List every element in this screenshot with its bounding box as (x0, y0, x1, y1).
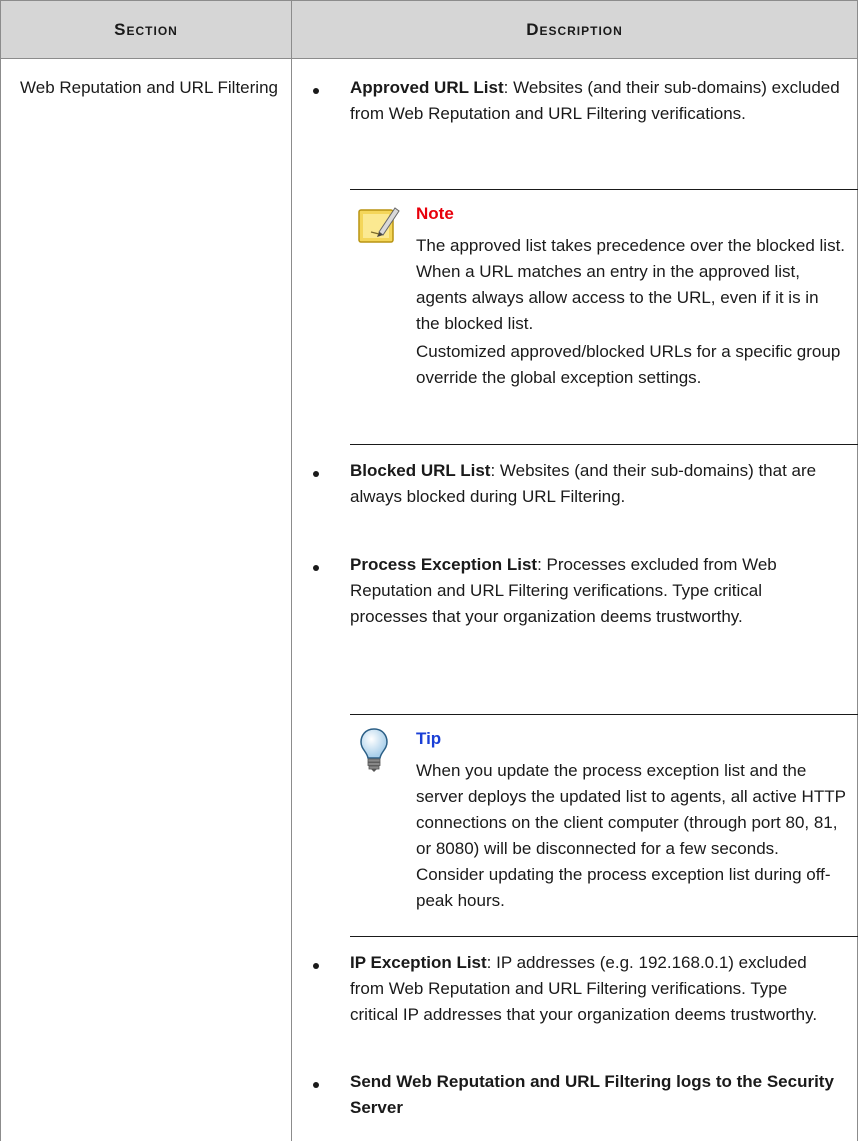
bullet-icon (313, 963, 319, 969)
list-item-blocked-url: Blocked URL List: Websites (and their su… (350, 458, 840, 510)
note-paragraph: The approved list takes precedence over … (416, 236, 846, 333)
tip-title: Tip (416, 729, 442, 748)
bullet-icon (313, 88, 319, 94)
bullet-icon (313, 1082, 319, 1088)
note-bottom-rule (350, 444, 858, 445)
item-term: Process Exception List (350, 555, 538, 574)
lightbulb-icon (359, 727, 389, 773)
list-item-send-logs: Send Web Reputation and URL Filtering lo… (350, 1069, 840, 1121)
column-divider (291, 0, 292, 1141)
bullet-icon (313, 565, 319, 571)
list-item-ip-exception: IP Exception List: IP addresses (e.g. 19… (350, 950, 840, 1028)
description-column-header: Description (526, 20, 623, 39)
note-title: Note (416, 204, 454, 223)
item-term: Approved URL List (350, 78, 504, 97)
note-paragraph: Customized approved/blocked URLs for a s… (416, 342, 841, 387)
section-name-cell: Web Reputation and URL Filtering (20, 78, 278, 97)
bullet-icon (313, 471, 319, 477)
item-term: Blocked URL List (350, 461, 491, 480)
tip-paragraph: When you update the process exception li… (416, 761, 846, 910)
section-column-header: Section (114, 20, 178, 39)
tip-bottom-rule (350, 936, 858, 937)
list-item-approved-url: Approved URL List: Websites (and their s… (350, 75, 840, 127)
notepad-pencil-icon (357, 204, 401, 244)
table-header-row: Section Description (1, 0, 857, 59)
item-term: Send Web Reputation and URL Filtering lo… (350, 1072, 834, 1117)
list-item-process-exception: Process Exception List: Processes exclud… (350, 552, 840, 630)
settings-table: Section Description Web Reputation and U… (0, 0, 858, 1141)
tip-top-rule (350, 714, 858, 715)
item-term: IP Exception List (350, 953, 487, 972)
note-top-rule (350, 189, 858, 190)
